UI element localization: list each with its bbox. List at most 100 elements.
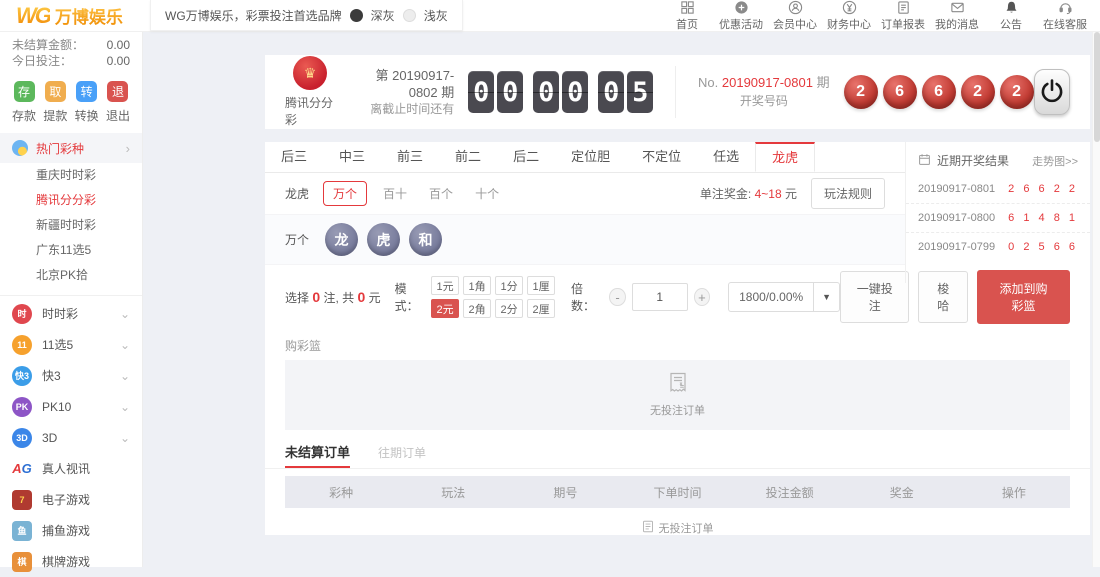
clock-digit: 0 — [533, 71, 559, 113]
tab-qianer[interactable]: 前二 — [439, 142, 497, 172]
result-ball: 6 — [922, 75, 956, 109]
logo-wg-text: WG — [16, 3, 50, 29]
tab-houer[interactable]: 后二 — [497, 142, 555, 172]
mode-2yuan[interactable]: 2元 — [431, 299, 459, 318]
transfer-button[interactable]: 转 转换 — [75, 81, 99, 124]
board-games-icon: 棋 — [12, 552, 32, 572]
sidebar-item-cqssc[interactable]: 重庆时时彩 — [0, 163, 142, 188]
withdraw-button[interactable]: 取 提款 — [43, 81, 67, 124]
nav-home[interactable]: 首页 — [660, 0, 714, 32]
rebate-dropdown[interactable]: 1800/0.00% ▼ — [728, 282, 840, 312]
sidebar-item-bjpk10[interactable]: 北京PK拾 — [0, 263, 142, 288]
tab-budingwei[interactable]: 不定位 — [626, 142, 697, 172]
tab-qiansan[interactable]: 前三 — [381, 142, 439, 172]
page-scrollbar[interactable] — [1092, 32, 1100, 567]
mode-2fen[interactable]: 2分 — [495, 299, 523, 318]
lottery-badge-icon: ♛ — [293, 56, 327, 90]
category-11x5[interactable]: 11 11选5 ⌄ — [0, 329, 142, 360]
category-ssc[interactable]: 时 时时彩 ⌄ — [0, 298, 142, 329]
hot-lottery-list: 重庆时时彩 腾讯分分彩 新疆时时彩 广东11选5 北京PK拾 — [0, 163, 142, 288]
nav-member-center[interactable]: 会员中心 — [768, 0, 822, 32]
position-baishi[interactable]: 百十 — [383, 185, 407, 202]
current-issue: 第 20190917-0802 期 离截止时间还有 — [357, 67, 454, 118]
promo-icon — [734, 0, 749, 15]
nav-announcements[interactable]: 公告 — [984, 0, 1038, 32]
mode-1li[interactable]: 1厘 — [527, 276, 555, 295]
deposit-button[interactable]: 存 存款 — [12, 81, 36, 124]
category-board-games[interactable]: 棋 棋牌游戏 — [0, 546, 142, 577]
category-live-casino[interactable]: AG 真人视讯 — [0, 453, 142, 484]
orders-empty-state: 无投注订单 — [265, 508, 1090, 548]
11x5-icon: 11 — [12, 335, 32, 355]
trend-chart-link[interactable]: 走势图>> — [1032, 153, 1078, 169]
multiple-input[interactable] — [632, 283, 688, 311]
mode-2jiao[interactable]: 2角 — [463, 299, 491, 318]
mode-1jiao[interactable]: 1角 — [463, 276, 491, 295]
theme-dark-radio[interactable] — [350, 9, 363, 22]
hot-lottery-title: 热门彩种 — [36, 140, 84, 157]
document-icon — [642, 520, 654, 536]
issue-number: 第 20190917-0802 期 — [357, 67, 454, 101]
clock-digit: 0 — [598, 71, 624, 113]
option-dragon[interactable]: 龙 — [325, 223, 358, 256]
rules-button[interactable]: 玩法规则 — [811, 178, 885, 209]
clock-digit: 0 — [497, 71, 523, 113]
category-3d[interactable]: 3D 3D ⌄ — [0, 422, 142, 453]
sidebar-item-xjssc[interactable]: 新疆时时彩 — [0, 213, 142, 238]
chevron-down-icon: ⌄ — [120, 431, 130, 445]
option-tie[interactable]: 和 — [409, 223, 442, 256]
tab-unsettled-orders[interactable]: 未结算订单 — [285, 439, 350, 468]
hot-lottery-icon — [12, 140, 28, 156]
result-balls: 2 6 6 2 2 — [844, 75, 1034, 109]
category-fishing[interactable]: 鱼 捕鱼游戏 — [0, 515, 142, 546]
theme-light-radio[interactable] — [403, 9, 416, 22]
sidebar-item-gd11x5[interactable]: 广东11选5 — [0, 238, 142, 263]
position-baige[interactable]: 百个 — [429, 185, 453, 202]
position-wange[interactable]: 万个 — [323, 181, 367, 206]
tab-dingweidan[interactable]: 定位胆 — [555, 142, 626, 172]
deposit-icon: 存 — [14, 81, 35, 102]
mode-label: 模式： — [395, 280, 427, 314]
multiple-decrease-button[interactable]: - — [609, 288, 625, 306]
category-pk10[interactable]: PK PK10 ⌄ — [0, 391, 142, 422]
tab-renxuan[interactable]: 任选 — [697, 142, 755, 172]
k3-icon: 快3 — [12, 366, 32, 386]
basket-title: 购彩篮 — [265, 329, 1090, 360]
tab-past-orders[interactable]: 往期订单 — [378, 439, 426, 468]
hot-lottery-header[interactable]: 热门彩种 › — [0, 133, 142, 163]
recent-results-title: 近期开奖结果 — [937, 152, 1009, 169]
nav-order-report[interactable]: 订单报表 — [876, 0, 930, 32]
category-slots[interactable]: 7 电子游戏 — [0, 484, 142, 515]
theme-light-label: 浅灰 — [424, 7, 448, 24]
category-k3[interactable]: 快3 快3 ⌄ — [0, 360, 142, 391]
tab-housan[interactable]: 后三 — [265, 142, 323, 172]
tab-longhu[interactable]: 龙虎 — [755, 142, 815, 172]
nav-online-service[interactable]: 在线客服 — [1038, 0, 1092, 32]
chevron-down-icon: ⌄ — [120, 307, 130, 321]
selection-summary: 选择 0 注, 共 0 元 — [285, 289, 381, 306]
fishing-icon: 鱼 — [12, 521, 32, 541]
nav-messages[interactable]: 我的消息 — [930, 0, 984, 32]
position-shige[interactable]: 十个 — [475, 185, 499, 202]
site-logo[interactable]: WG 万博娱乐 — [16, 3, 123, 29]
mode-1yuan[interactable]: 1元 — [431, 276, 459, 295]
nav-promotions[interactable]: 优惠活动 — [714, 0, 768, 32]
scrollbar-thumb[interactable] — [1094, 32, 1100, 142]
account-stats: 未结算金额：0.00 今日投注：0.00 — [0, 32, 142, 73]
sidebar-item-txffc[interactable]: 腾讯分分彩 — [0, 188, 142, 213]
option-tiger[interactable]: 虎 — [367, 223, 400, 256]
group-label: 龙虎 — [285, 185, 309, 202]
multiple-increase-button[interactable]: + — [694, 288, 710, 306]
logout-button[interactable]: 退 退出 — [106, 81, 130, 124]
nav-finance-center[interactable]: 财务中心 — [822, 0, 876, 32]
chevron-down-icon: ⌄ — [120, 400, 130, 414]
tab-zhongsan[interactable]: 中三 — [323, 142, 381, 172]
order-tabs: 未结算订单 往期订单 — [265, 439, 1090, 469]
quick-bet-button[interactable]: 一键投注 — [840, 271, 909, 323]
mode-2li[interactable]: 2厘 — [527, 299, 555, 318]
quick-actions: 存 存款 取 提款 转 转换 退 退出 — [0, 73, 142, 133]
basket-empty-area: 无投注订单 — [285, 360, 1070, 430]
sound-toggle-button[interactable] — [1034, 69, 1070, 115]
mode-1fen[interactable]: 1分 — [495, 276, 523, 295]
notice-theme-box: WG万博娱乐，彩票投注首选品牌 深灰 浅灰 — [150, 0, 463, 31]
